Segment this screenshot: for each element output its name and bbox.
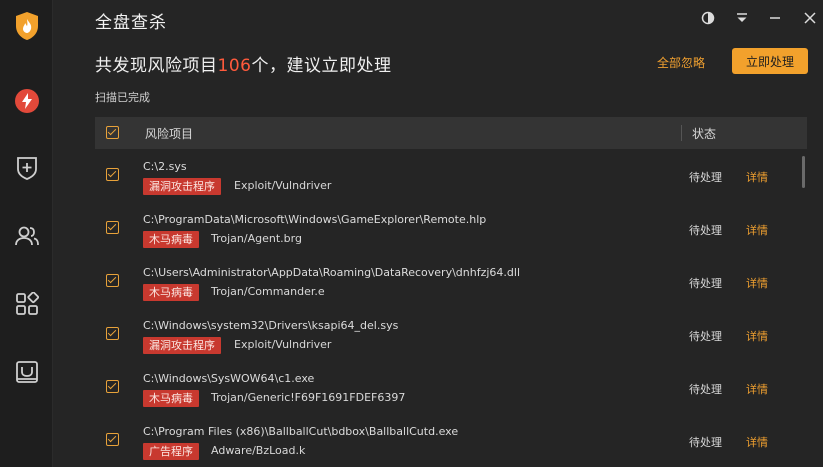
shield-plus-icon <box>16 157 37 180</box>
theme-toggle-button[interactable] <box>700 10 716 26</box>
row-checkbox[interactable] <box>106 221 119 234</box>
sidebar-item-protection[interactable] <box>0 148 53 188</box>
details-link[interactable]: 详情 <box>746 222 768 238</box>
risk-count: 106 <box>217 56 252 76</box>
menu-button[interactable] <box>734 10 750 26</box>
file-path: C:\2.sys <box>143 160 187 173</box>
ignore-all-link[interactable]: 全部忽略 <box>657 54 705 71</box>
column-divider <box>681 125 682 141</box>
table-row: C:\Windows\system32\Drivers\ksapi64_del.… <box>95 308 807 361</box>
app-logo-icon <box>0 4 53 48</box>
row-status: 待处理 <box>689 383 722 396</box>
row-checkbox[interactable] <box>106 380 119 393</box>
threat-name: Adware/BzLoad.k <box>211 444 306 457</box>
risk-type-badge: 木马病毒 <box>143 231 199 248</box>
table-row: C:\Windows\SysWOW64\c1.exe 木马病毒 Trojan/G… <box>95 361 807 414</box>
details-link[interactable]: 详情 <box>746 381 768 397</box>
table-row: C:\Users\Administrator\AppData\Roaming\D… <box>95 255 807 308</box>
file-path: C:\ProgramData\Microsoft\Windows\GameExp… <box>143 213 487 226</box>
row-checkbox[interactable] <box>106 168 119 181</box>
risk-type-badge: 木马病毒 <box>143 390 199 407</box>
table-row: C:\ProgramData\Microsoft\Windows\GameExp… <box>95 202 807 255</box>
summary-suffix: 个，建议立即处理 <box>251 56 392 76</box>
risk-type-badge: 木马病毒 <box>143 284 199 301</box>
sidebar <box>0 0 53 467</box>
column-header-status: 状态 <box>692 127 717 141</box>
sidebar-item-box[interactable] <box>0 352 53 392</box>
row-status: 待处理 <box>689 224 722 237</box>
threat-name: Trojan/Commander.e <box>211 285 325 298</box>
column-header-risk: 风险项目 <box>145 127 194 141</box>
select-all-checkbox[interactable] <box>106 126 119 139</box>
risk-list: C:\2.sys 漏洞攻击程序 Exploit/Vulndriver 待处理 详… <box>95 149 807 467</box>
main-panel: 全盘查杀 共发现风险项目106个，建议立即处理 全部忽略 立即处理 扫描已完成 … <box>53 0 823 467</box>
details-link[interactable]: 详情 <box>746 275 768 291</box>
file-path: C:\Windows\SysWOW64\c1.exe <box>143 372 315 385</box>
sidebar-item-accounts[interactable] <box>0 216 53 256</box>
details-link[interactable]: 详情 <box>746 169 768 185</box>
scan-status-text: 扫描已完成 <box>95 91 150 104</box>
lightning-icon <box>14 89 39 113</box>
minimize-icon <box>770 17 780 19</box>
details-link[interactable]: 详情 <box>746 434 768 450</box>
scan-summary-headline: 共发现风险项目106个，建议立即处理 <box>95 51 391 76</box>
close-icon <box>804 12 816 24</box>
row-status: 待处理 <box>689 330 722 343</box>
threat-name: Trojan/Generic!F69F1691FDEF6397 <box>211 391 406 404</box>
sidebar-item-scan[interactable] <box>0 81 53 121</box>
half-circle-icon <box>701 11 715 25</box>
menu-dropdown-icon <box>737 13 747 22</box>
risk-type-badge: 广告程序 <box>143 443 199 460</box>
sidebar-item-tools[interactable] <box>0 284 53 324</box>
table-row: C:\2.sys 漏洞攻击程序 Exploit/Vulndriver 待处理 详… <box>95 149 807 202</box>
row-checkbox[interactable] <box>106 433 119 446</box>
window-title: 全盘查杀 <box>95 13 167 33</box>
minimize-button[interactable] <box>767 10 783 26</box>
row-checkbox[interactable] <box>106 327 119 340</box>
threat-name: Trojan/Agent.brg <box>211 232 302 245</box>
apps-icon <box>15 292 39 315</box>
file-path: C:\Users\Administrator\AppData\Roaming\D… <box>143 266 520 279</box>
process-now-button[interactable]: 立即处理 <box>732 48 808 74</box>
row-status: 待处理 <box>689 436 722 449</box>
threat-name: Exploit/Vulndriver <box>234 338 332 351</box>
file-path: C:\Windows\system32\Drivers\ksapi64_del.… <box>143 319 399 332</box>
close-button[interactable] <box>802 10 818 26</box>
summary-prefix: 共发现风险项目 <box>95 56 218 76</box>
table-row: C:\Program Files (x86)\BallballCut\bdbox… <box>95 414 807 467</box>
users-icon <box>14 226 39 246</box>
table-header: 风险项目 状态 <box>95 117 807 149</box>
threat-name: Exploit/Vulndriver <box>234 179 332 192</box>
risk-type-badge: 漏洞攻击程序 <box>143 337 221 354</box>
list-scrollbar[interactable] <box>802 156 805 188</box>
details-link[interactable]: 详情 <box>746 328 768 344</box>
row-status: 待处理 <box>689 277 722 290</box>
risk-type-badge: 漏洞攻击程序 <box>143 178 221 195</box>
row-status: 待处理 <box>689 171 722 184</box>
box-icon <box>15 361 38 383</box>
row-checkbox[interactable] <box>106 274 119 287</box>
file-path: C:\Program Files (x86)\BallballCut\bdbox… <box>143 425 459 438</box>
